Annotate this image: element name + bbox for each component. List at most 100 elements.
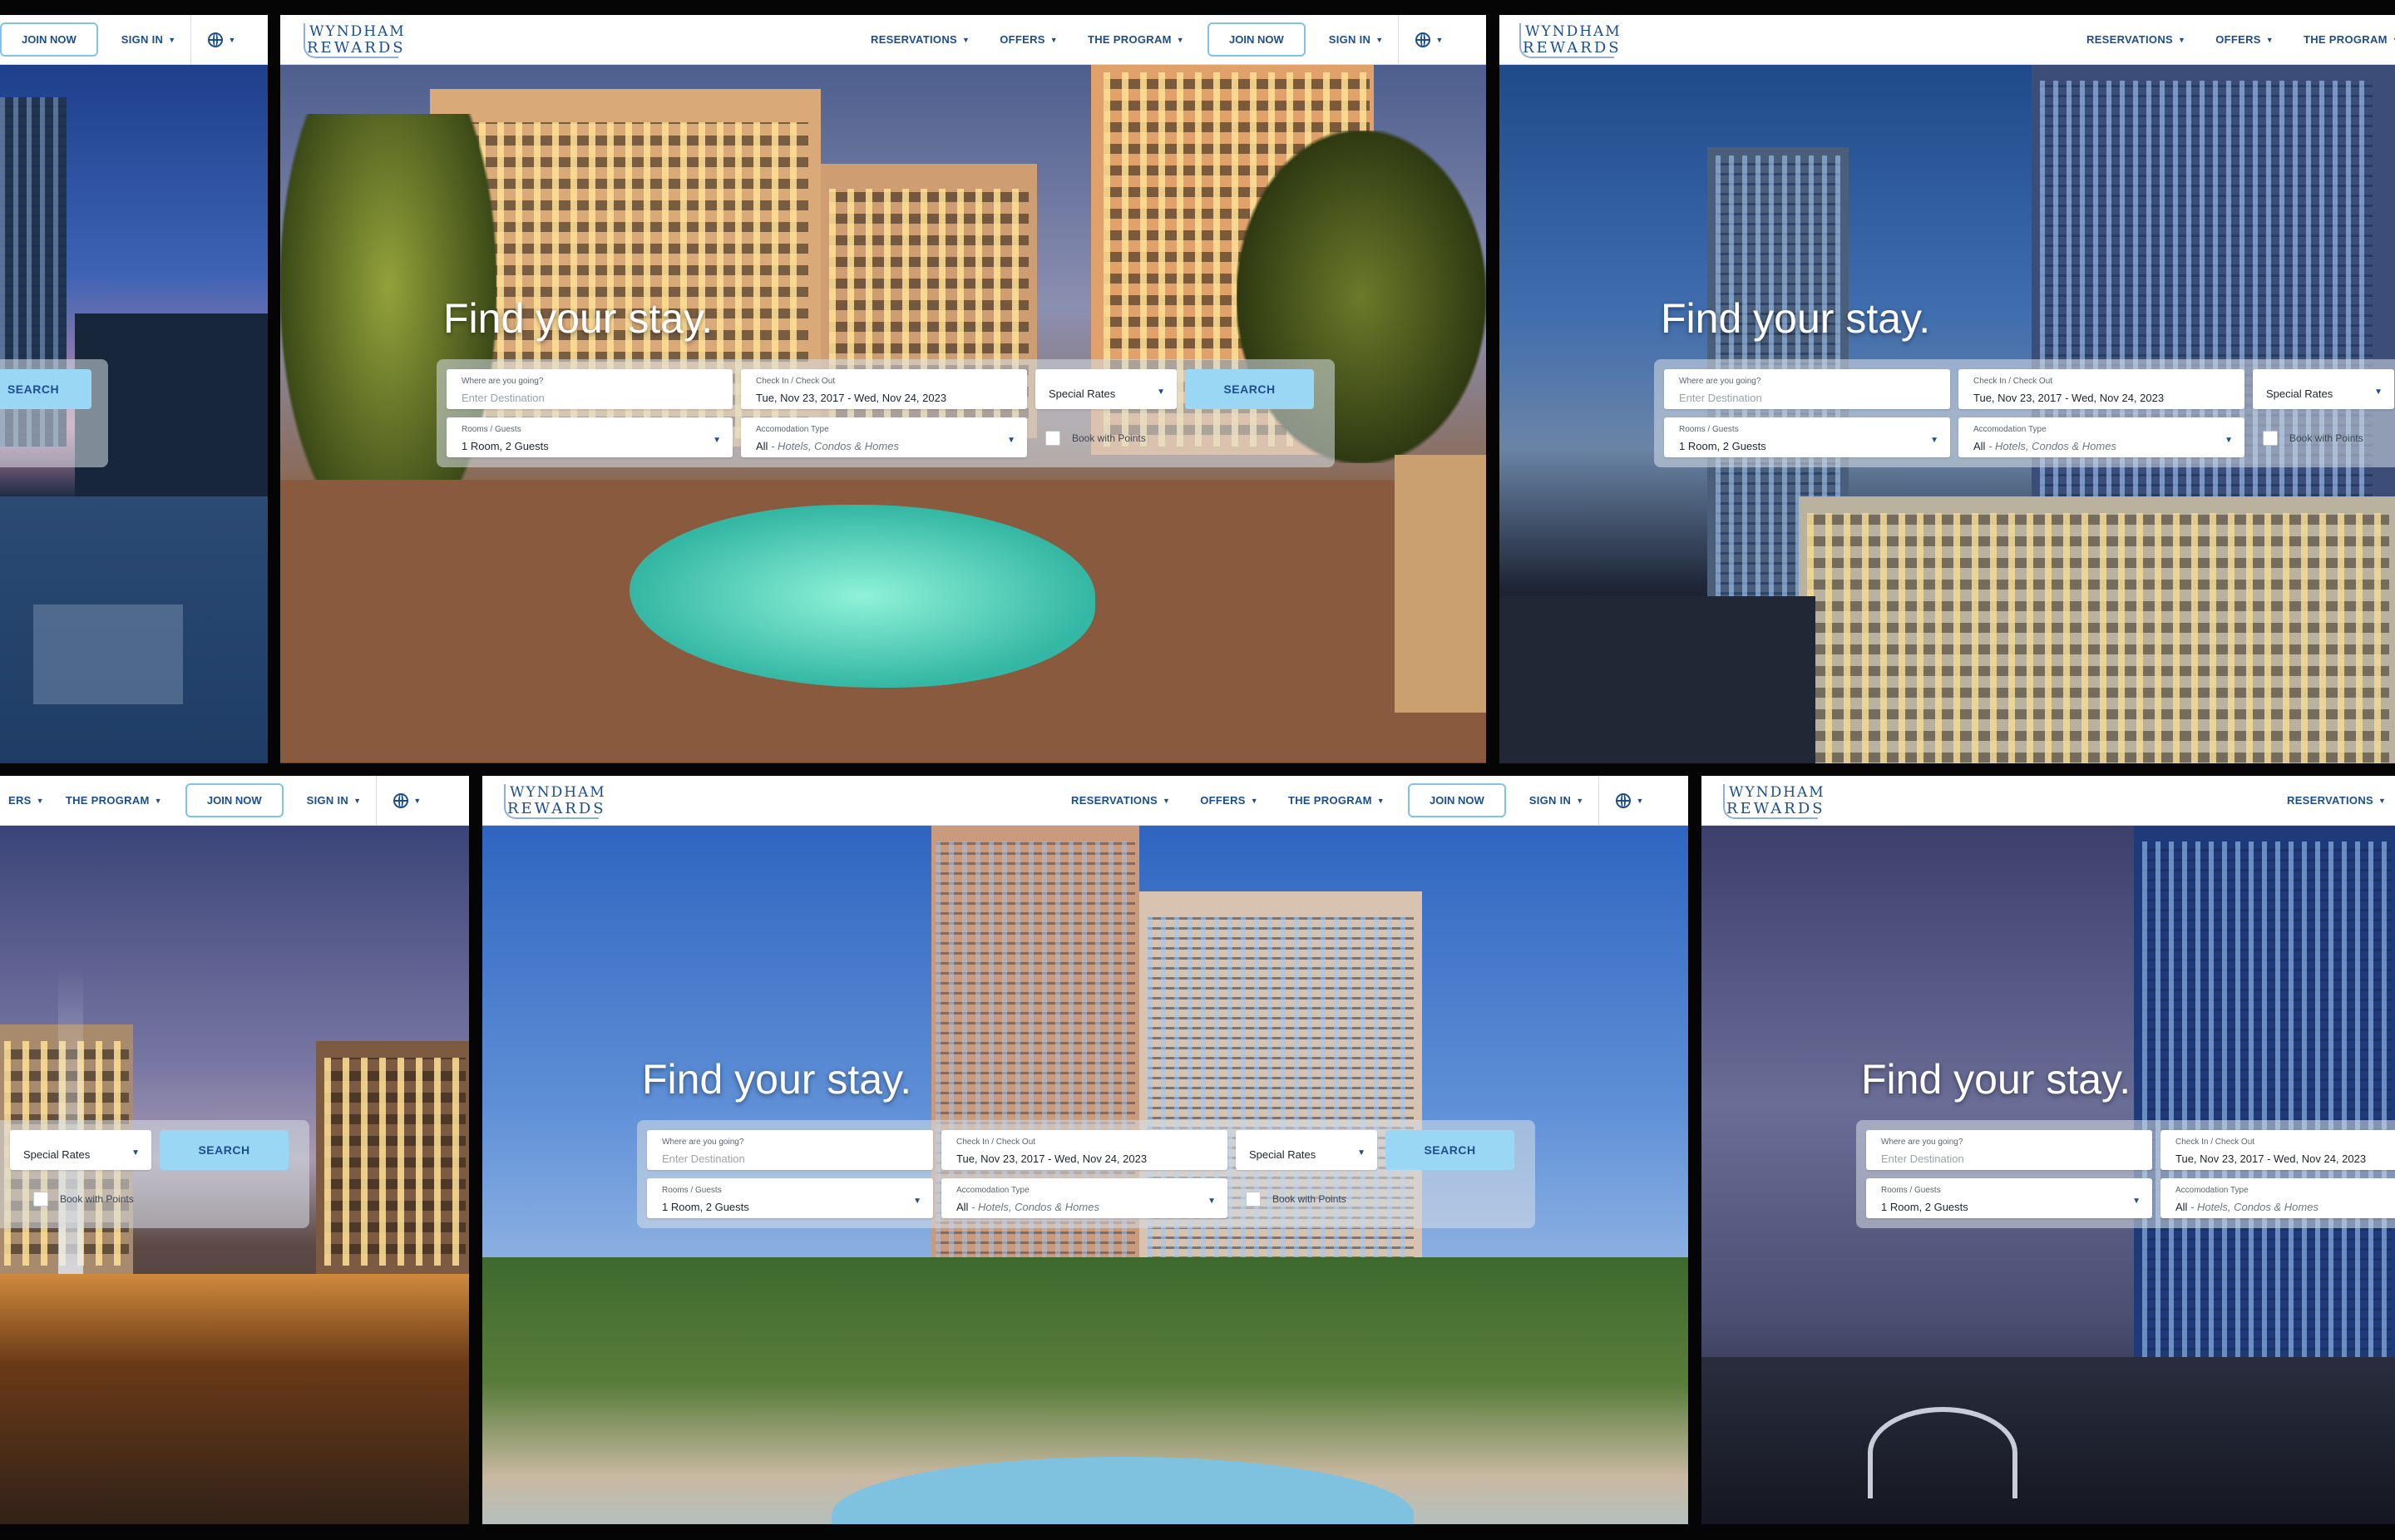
book-with-points-checkbox[interactable] xyxy=(1246,1192,1261,1207)
rooms-value: 1 Room, 2 Guests xyxy=(662,1201,749,1213)
globe-icon xyxy=(208,32,224,47)
nav-sign-in[interactable]: SIGN IN ▼ xyxy=(1314,33,1399,46)
nav-the-program[interactable]: THE PROGRAM▼ xyxy=(2289,33,2395,46)
accommodation-type-select[interactable]: Accomodation Type All - Hotels, Condos &… xyxy=(1958,417,2244,457)
join-now-button[interactable]: JOIN NOW xyxy=(185,783,284,817)
join-now-button[interactable]: JOIN NOW xyxy=(1408,783,1506,817)
search-button[interactable]: SEARCH xyxy=(160,1130,289,1170)
join-now-button[interactable]: JOIN NOW xyxy=(0,22,98,57)
hero-headline: Find your stay. xyxy=(443,295,714,342)
caret-down-icon: ▼ xyxy=(2178,35,2186,44)
destination-field[interactable]: Where are you going? Enter Destination xyxy=(1866,1130,2152,1170)
accommodation-type-select[interactable]: Accomodation Type All - Hotels, Condos &… xyxy=(2160,1178,2395,1218)
language-selector[interactable]: ▼ xyxy=(1598,776,1660,825)
dates-label: Check In / Check Out xyxy=(2175,1138,2255,1147)
dates-field[interactable]: Check In / Check Out Tue, Nov 23, 2017 -… xyxy=(741,369,1027,409)
dates-value: Tue, Nov 23, 2017 - Wed, Nov 24, 2023 xyxy=(956,1153,1148,1165)
nav-reservations[interactable]: RESERVATIONS ▼ xyxy=(856,33,985,46)
book-with-points[interactable]: Book with Points xyxy=(33,1192,134,1207)
destination-field[interactable]: Where are you going? Enter Destination xyxy=(447,369,733,409)
rooms-guests-select[interactable]: Rooms / Guests 1 Room, 2 Guests ▼ xyxy=(1866,1178,2152,1218)
wyndham-rewards-logo[interactable]: WYNDHAM REWARDS xyxy=(502,782,605,819)
accommodation-label: Accomodation Type xyxy=(1973,425,2047,434)
book-with-points[interactable]: Book with Points xyxy=(2263,431,2363,446)
globe-icon xyxy=(1616,792,1632,808)
special-rates-select[interactable]: Special Rates ▼ xyxy=(1236,1130,1377,1170)
special-rates-select[interactable]: Special Rates ▼ xyxy=(1035,369,1177,409)
nav-offers[interactable]: OFFERS ▼ xyxy=(1185,794,1273,807)
dates-field[interactable]: Check In / Check Out Tue, Nov 23, 2017 -… xyxy=(941,1130,1227,1170)
dates-label: Check In / Check Out xyxy=(756,377,836,386)
nav-reservations-label: RESERVATIONS xyxy=(2287,794,2374,807)
nav-offers[interactable]: OFFERS ▼ xyxy=(985,33,1073,46)
nav-offers-cropped[interactable]: ERS ▼ xyxy=(0,794,51,807)
dates-field[interactable]: Check In / Check Out Tue, Nov 23, 2017 -… xyxy=(1958,369,2244,409)
caret-down-icon: ▼ xyxy=(1636,796,1644,805)
destination-field[interactable]: Where are you going? Enter Destination xyxy=(647,1130,933,1170)
join-now-button[interactable]: JOIN NOW xyxy=(1207,22,1306,57)
nav-offers-label: OFFERS xyxy=(1000,33,1045,46)
nav-reservations[interactable]: RESERVATIONS ▼ xyxy=(2272,794,2395,807)
caret-down-icon: ▼ xyxy=(1376,796,1385,805)
accommodation-type-select[interactable]: Accomodation Type All - Hotels, Condos &… xyxy=(941,1178,1227,1218)
book-with-points-checkbox[interactable] xyxy=(33,1192,48,1207)
rooms-value: 1 Room, 2 Guests xyxy=(1881,1201,1968,1213)
nav-program-label: THE PROGRAM xyxy=(2303,33,2388,46)
accommodation-value-detail: - Hotels, Condos & Homes xyxy=(768,440,899,452)
book-with-points-checkbox[interactable] xyxy=(1045,431,1060,446)
accommodation-value-detail: - Hotels, Condos & Homes xyxy=(968,1201,1099,1213)
caret-down-icon: ▼ xyxy=(1157,387,1165,397)
top-nav: WYNDHAM REWARDS RESERVATIONS ▼ OFFERS ▼ TH… xyxy=(1499,15,2395,65)
destination-placeholder: Enter Destination xyxy=(662,1153,745,1165)
book-with-points[interactable]: Book with Points xyxy=(1246,1192,1346,1207)
accommodation-value: All - Hotels, Condos & Homes xyxy=(956,1201,1099,1213)
accommodation-label: Accomodation Type xyxy=(2175,1186,2249,1195)
special-rates-select[interactable]: Special Rates ▼ xyxy=(10,1130,151,1170)
caret-down-icon: ▼ xyxy=(1435,35,1444,44)
nav-reservations[interactable]: RESERVATIONS ▼ xyxy=(1056,794,1185,807)
search-button[interactable]: SEARCH xyxy=(1185,369,1314,409)
wyndham-rewards-logo[interactable]: WYNDHAM REWARDS xyxy=(1518,22,1620,58)
accommodation-value-detail: - Hotels, Condos & Homes xyxy=(1985,440,2116,452)
accommodation-value: All - Hotels, Condos & Homes xyxy=(756,440,899,452)
nav-program-label: THE PROGRAM xyxy=(1087,33,1172,46)
booking-widget: Special Rates ▼ SEARCH Book with Points xyxy=(0,1120,309,1228)
accommodation-value-main: All xyxy=(1973,440,1986,452)
language-selector[interactable]: ▼ xyxy=(376,776,437,825)
search-button[interactable]: SEARCH xyxy=(0,369,91,409)
top-nav: WYNDHAM REWARDS RESERVATIONS ▼ OFFERS ▼ TH… xyxy=(280,15,1486,65)
caret-down-icon: ▼ xyxy=(1163,796,1171,805)
nav-the-program[interactable]: THE PROGRAM ▼ xyxy=(1073,33,1199,46)
nav-the-program[interactable]: THE PROGRAM▼ xyxy=(51,794,177,807)
dates-field[interactable]: Check In / Check Out Tue, Nov 23, 2017 -… xyxy=(2160,1130,2395,1170)
hero-headline: Find your stay. xyxy=(642,1056,912,1103)
caret-down-icon: ▼ xyxy=(1930,436,1938,445)
destination-field[interactable]: Where are you going? Enter Destination xyxy=(1664,369,1950,409)
nav-sign-in[interactable]: SIGN IN ▼ xyxy=(106,33,191,46)
nav-reservations[interactable]: RESERVATIONS ▼ xyxy=(2072,33,2200,46)
book-with-points-checkbox[interactable] xyxy=(2263,431,2278,446)
destination-label: Where are you going? xyxy=(1679,377,1761,386)
caret-down-icon: ▼ xyxy=(2225,436,2233,445)
nav-sign-in-label: SIGN IN xyxy=(1528,794,1572,807)
rooms-guests-select[interactable]: Rooms / Guests 1 Room, 2 Guests ▼ xyxy=(647,1178,933,1218)
search-button[interactable]: SEARCH xyxy=(1385,1130,1514,1170)
caret-down-icon: ▼ xyxy=(1250,796,1258,805)
special-rates-select[interactable]: Special Rates ▼ xyxy=(2253,369,2394,409)
rooms-guests-select[interactable]: Rooms / Guests 1 Room, 2 Guests ▼ xyxy=(1664,417,1950,457)
book-with-points[interactable]: Book with Points xyxy=(1045,431,1146,446)
caret-down-icon: ▼ xyxy=(913,1197,921,1206)
book-with-points-label: Book with Points xyxy=(1072,432,1146,444)
language-selector[interactable]: ▼ xyxy=(1398,15,1459,64)
nav-program-label: THE PROGRAM xyxy=(65,794,150,807)
nav-sign-in[interactable]: SIGN IN ▼ xyxy=(292,794,377,807)
accommodation-type-select[interactable]: Accomodation Type All - Hotels, Condos &… xyxy=(741,417,1027,457)
nav-sign-in[interactable]: SIGN IN ▼ xyxy=(1514,794,1599,807)
rooms-guests-select[interactable]: Rooms / Guests 1 Room, 2 Guests ▼ xyxy=(447,417,733,457)
wyndham-rewards-logo[interactable]: WYNDHAM REWARDS xyxy=(302,22,404,58)
nav-the-program[interactable]: THE PROGRAM▼ xyxy=(1273,794,1400,807)
wyndham-rewards-logo[interactable]: WYNDHAM REWARDS xyxy=(1721,782,1824,819)
caret-down-icon: ▼ xyxy=(1176,35,1185,44)
language-selector[interactable]: ▼ xyxy=(190,15,252,64)
nav-offers[interactable]: OFFERS ▼ xyxy=(2200,33,2289,46)
